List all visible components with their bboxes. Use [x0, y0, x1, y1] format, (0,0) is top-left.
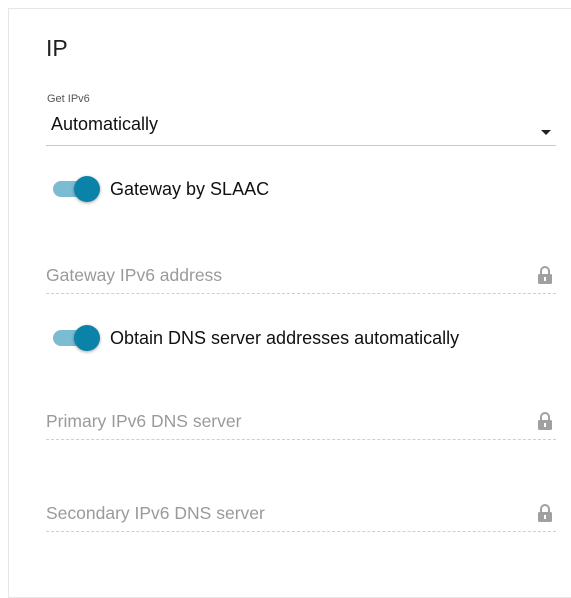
gateway-ipv6-address-field: Gateway IPv6 address — [46, 257, 556, 294]
lock-icon — [538, 504, 552, 522]
toggle-knob[interactable] — [74, 176, 100, 202]
get-ipv6-caption: Get IPv6 — [47, 93, 90, 105]
lock-icon — [538, 266, 552, 284]
primary-ipv6-dns-field: Primary IPv6 DNS server — [46, 403, 556, 440]
get-ipv6-value: Automatically — [51, 114, 159, 134]
lock-icon — [538, 412, 552, 430]
gateway-by-slaac-switch[interactable] — [53, 176, 100, 202]
obtain-dns-automatically-switch[interactable] — [53, 325, 100, 351]
toggle-knob[interactable] — [74, 325, 100, 351]
obtain-dns-automatically-toggle-row[interactable]: Obtain DNS server addresses automaticall… — [51, 323, 531, 353]
section-title: IP — [46, 35, 68, 61]
dropdown-arrow-icon[interactable] — [541, 130, 551, 135]
ip-settings-card: IP Get IPv6 Automatically Gateway by SLA… — [8, 8, 571, 598]
get-ipv6-select[interactable]: Get IPv6 Automatically — [46, 93, 556, 146]
secondary-ipv6-dns-field: Secondary IPv6 DNS server — [46, 495, 556, 532]
secondary-ipv6-dns-placeholder: Secondary IPv6 DNS server — [46, 503, 265, 523]
gateway-by-slaac-label: Gateway by SLAAC — [110, 179, 270, 199]
gateway-ipv6-address-placeholder: Gateway IPv6 address — [46, 265, 223, 285]
gateway-by-slaac-toggle-row[interactable]: Gateway by SLAAC — [51, 174, 531, 204]
obtain-dns-automatically-label: Obtain DNS server addresses automaticall… — [110, 328, 460, 348]
primary-ipv6-dns-placeholder: Primary IPv6 DNS server — [46, 411, 242, 431]
